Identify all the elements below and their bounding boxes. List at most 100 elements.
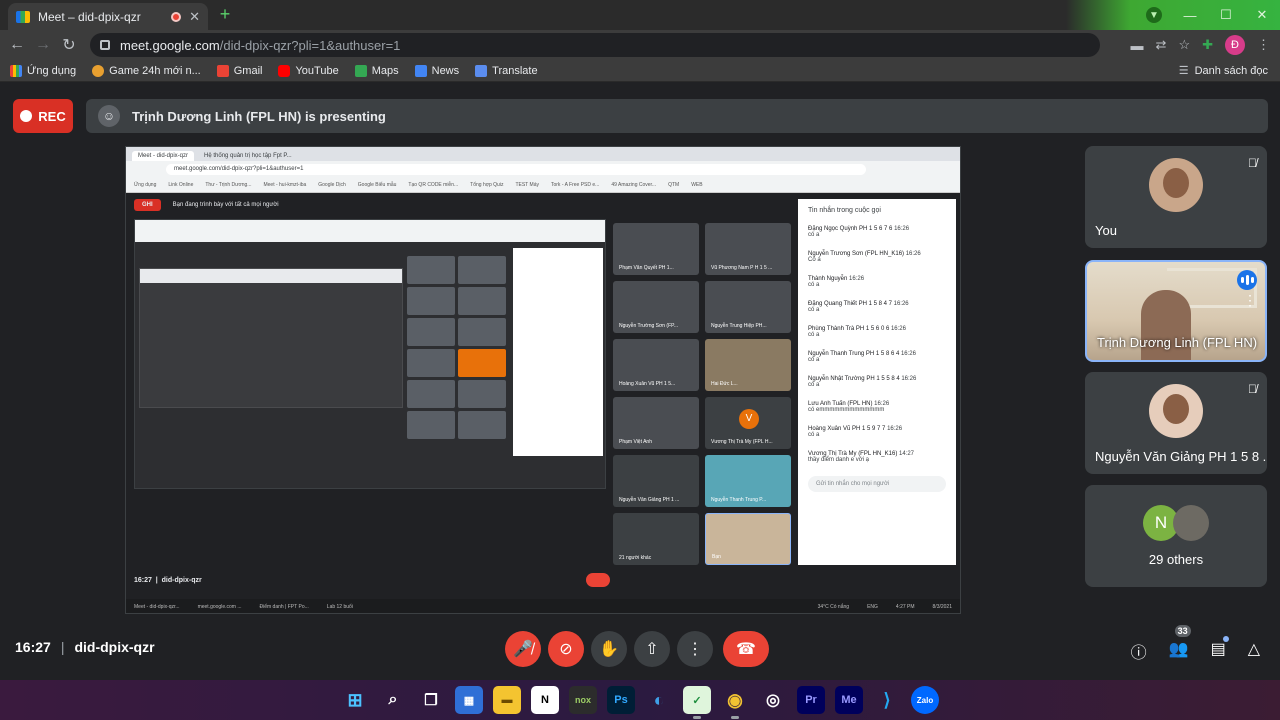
minimize-button[interactable]: — <box>1172 0 1208 30</box>
shared-tabs: Meet - did-dpix-qzr Hệ thống quản trị họ… <box>126 147 960 161</box>
shared-date: 8/3/2021 <box>932 604 952 610</box>
chat-message: Đặng Ngọc Quỳnh PH 1 5 6 7 6 16:26 có a <box>808 226 946 238</box>
shared-code: did-dpix-qzr <box>161 577 202 584</box>
shared-others-tile: 21 người khác <box>613 513 699 565</box>
people-button[interactable]: 33 👥 <box>1169 625 1191 663</box>
shared-tile-grid: Phạm Văn Quyết PH 1... Vũ Phương Nam P H… <box>613 223 791 565</box>
chat-sender: Đặng Quang Thiết PH 1 5 8 4 7 <box>808 301 892 307</box>
chrome-menu-icon[interactable]: ⋮ <box>1257 37 1270 53</box>
chat-message: Hoàng Xuân Vũ PH 1 5 9 7 7 16:26 có a <box>808 426 946 438</box>
youtube-icon <box>278 64 291 77</box>
raise-hand-button[interactable]: ✋ <box>591 631 627 667</box>
shared-meet-header: GHI Bạn đang trình bày với tất cả mọi ng… <box>134 199 279 211</box>
nested-tile <box>458 318 506 346</box>
notion-icon[interactable]: N <box>531 686 559 714</box>
nested-tile <box>458 380 506 408</box>
reading-list-label: Danh sách đọc <box>1194 64 1268 77</box>
windows-start-icon[interactable]: ⊞ <box>341 686 369 714</box>
file-explorer-icon[interactable]: ▬ <box>493 686 521 714</box>
nox-icon[interactable]: nox <box>569 686 597 714</box>
participant-tile-you[interactable]: 🎙̸ You <box>1085 146 1267 248</box>
chat-time: 16:26 <box>890 326 906 332</box>
bookmark-translate[interactable]: Translate <box>475 64 538 77</box>
obs-icon[interactable]: ◎ <box>759 686 787 714</box>
forward-icon[interactable]: → <box>30 36 56 54</box>
chat-time: 16:26 <box>849 276 865 282</box>
bookmark-label: Maps <box>371 64 399 77</box>
shared-chat-panel: Tin nhắn trong cuộc gọi Đặng Ngọc Quỳnh … <box>798 199 956 565</box>
media-encoder-icon[interactable]: Me <box>835 686 863 714</box>
shared-bookmark: TEST Máy <box>515 181 539 188</box>
shared-participant-tile: Hai Đức L... <box>705 339 791 391</box>
bookmark-maps[interactable]: Maps <box>354 64 399 77</box>
bookmark-youtube[interactable]: YouTube <box>278 64 339 77</box>
search-icon[interactable]: ⌕ <box>379 686 407 714</box>
shared-participant-tile: Nguyễn Văn Giảng PH 1 ... <box>613 455 699 507</box>
meet-app-icon[interactable]: ✓ <box>683 686 711 719</box>
store-icon[interactable]: ▦ <box>455 686 483 714</box>
more-options-icon[interactable]: ⋮ <box>1243 292 1257 309</box>
meeting-info-button[interactable]: ⓘ <box>1131 639 1147 663</box>
participant-tile-giang[interactable]: 🎙̸ Nguyễn Văn Giảng PH 1 5 8 ... <box>1085 372 1267 474</box>
profile-avatar[interactable]: Đ <box>1225 35 1245 55</box>
chat-title: Tin nhắn trong cuộc gọi <box>808 207 881 214</box>
shared-bookmark: Tổng hợp Quiz <box>470 181 504 188</box>
camera-toggle-button[interactable]: ⊘ <box>548 631 584 667</box>
bookmark-star-icon[interactable]: ☆ <box>1178 37 1190 53</box>
close-window-button[interactable]: ✕ <box>1244 0 1280 30</box>
recording-button[interactable]: REC <box>13 99 73 133</box>
zalo-icon[interactable]: Zalo <box>911 686 939 714</box>
address-bar[interactable]: meet.google.com/did-dpix-qzr?pli=1&authu… <box>90 33 1100 57</box>
vscode-icon[interactable]: ⟩ <box>873 686 901 714</box>
activities-button[interactable]: △ <box>1248 639 1260 663</box>
bookmarks-bar: Ứng dụng Game 24h mới n... Gmail YouTube… <box>0 60 1280 82</box>
shared-url: meet.google.com/did-dpix-qzr?pli=1&authu… <box>166 163 866 175</box>
meeting-details: 16:27 | did-dpix-qzr <box>15 639 155 655</box>
bookmark-game[interactable]: Game 24h mới n... <box>92 64 201 77</box>
shared-task-item: meet.google.com ... <box>197 604 242 610</box>
maximize-button[interactable]: ☐ <box>1208 0 1244 30</box>
chat-message: Nguyễn Nhật Trường PH 1 5 5 8 4 16:26 có … <box>808 376 946 388</box>
leave-call-button[interactable]: ☎ <box>723 631 769 667</box>
chrome-icon[interactable]: ◉ <box>721 686 749 719</box>
chat-sender: Phùng Thành Trà PH 1 5 6 0 6 <box>808 326 890 332</box>
close-tab-icon[interactable]: ✕ <box>189 9 200 25</box>
translate-icon[interactable]: ⇄ <box>1156 37 1167 53</box>
participants-count-badge: 33 <box>1174 625 1191 637</box>
shared-bookmark: 49 Amazing Cover... <box>611 181 657 188</box>
mic-off-icon: 🎙̸ <box>1248 156 1257 170</box>
tile-name: 21 người khác <box>619 555 652 561</box>
edge-icon[interactable]: ◐ <box>645 686 673 714</box>
back-icon[interactable]: ← <box>4 36 30 54</box>
bookmark-label: Game 24h mới n... <box>109 64 201 77</box>
mic-toggle-button[interactable]: 🎤̸ <box>505 631 541 667</box>
participant-tile-presenter[interactable]: ⋮ Trịnh Dương Linh (FPL HN) <box>1085 260 1267 362</box>
premiere-icon[interactable]: Pr <box>797 686 825 714</box>
more-options-button[interactable]: ⋮ <box>677 631 713 667</box>
new-tab-button[interactable]: + <box>215 5 235 25</box>
browser-tab-meet[interactable]: Meet – did-dpix-qzr ✕ <box>8 3 208 30</box>
presenting-banner: ☺ Trịnh Dương Linh (FPL HN) is presentin… <box>86 99 1268 133</box>
download-icon[interactable]: ▼ <box>1146 7 1162 23</box>
participant-tile-others[interactable]: N 29 others <box>1085 485 1267 587</box>
camera-in-use-icon[interactable]: ▬ <box>1131 38 1144 53</box>
chat-time: 16:26 <box>893 301 909 307</box>
photoshop-icon[interactable]: Ps <box>607 686 635 714</box>
shared-clock: 4:27 PM <box>895 604 915 610</box>
nested-tile <box>458 411 506 439</box>
maps-icon <box>354 64 367 77</box>
task-view-icon[interactable]: ❐ <box>417 686 445 714</box>
recording-indicator-icon <box>171 11 182 22</box>
bookmark-gmail[interactable]: Gmail <box>216 64 262 77</box>
shared-weather: 34°C Có nắng <box>817 604 850 610</box>
bookmark-apps[interactable]: Ứng dụng <box>10 64 76 77</box>
reading-list[interactable]: ☰ Danh sách đọc <box>1179 64 1268 78</box>
extensions-icon[interactable]: ✚ <box>1202 37 1213 53</box>
chat-button[interactable]: ▤ <box>1211 636 1229 663</box>
shared-browser-chrome: Meet - did-dpix-qzr Hệ thống quản trị họ… <box>126 147 960 193</box>
present-button[interactable]: ⇧ <box>634 631 670 667</box>
reload-icon[interactable]: ↻ <box>56 35 82 55</box>
bookmark-news[interactable]: News <box>414 64 459 77</box>
chat-sender: Nguyễn Nhật Trường PH 1 5 5 8 4 <box>808 376 900 382</box>
shared-bookmark: Tork - A Free PSD e... <box>550 181 600 188</box>
